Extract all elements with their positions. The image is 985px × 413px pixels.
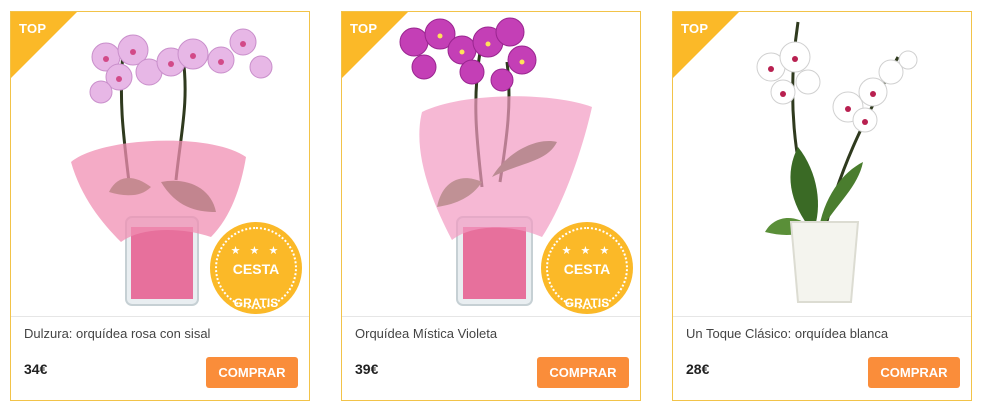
product-price: 28€ xyxy=(686,361,710,377)
product-price: 39€ xyxy=(355,361,379,377)
product-card[interactable]: TOP Un Toque Clásico: orquídea blanca 28… xyxy=(672,11,972,401)
buy-button[interactable]: COMPRAR xyxy=(537,357,629,388)
free-basket-badge: ★ ★ ★ CESTA GRATIS xyxy=(541,222,633,314)
product-image[interactable]: TOP ★ ★ ★ CESTA GRATIS xyxy=(11,12,309,316)
badge-title: CESTA xyxy=(563,261,611,277)
divider xyxy=(673,316,971,317)
product-grid: TOP ★ ★ ★ CESTA GRATIS Dulzura: orquídea… xyxy=(0,0,985,413)
product-name[interactable]: Dulzura: orquídea rosa con sisal xyxy=(24,326,210,341)
top-label: TOP xyxy=(681,21,709,36)
top-label: TOP xyxy=(19,21,47,36)
top-label: TOP xyxy=(350,21,378,36)
buy-button[interactable]: COMPRAR xyxy=(868,357,960,388)
divider xyxy=(342,316,640,317)
star-icon: ★ ★ ★ xyxy=(230,245,282,257)
badge-subtitle: GRATIS xyxy=(233,296,279,310)
badge-title: CESTA xyxy=(232,261,280,277)
product-image[interactable]: TOP ★ ★ ★ CESTA GRATIS xyxy=(342,12,640,316)
product-card[interactable]: TOP ★ ★ ★ CESTA GRATIS Orquídea Mística … xyxy=(341,11,641,401)
product-image[interactable]: TOP xyxy=(673,12,971,316)
product-price: 34€ xyxy=(24,361,48,377)
product-card[interactable]: TOP ★ ★ ★ CESTA GRATIS Dulzura: orquídea… xyxy=(10,11,310,401)
star-icon: ★ ★ ★ xyxy=(561,245,613,257)
divider xyxy=(11,316,309,317)
free-basket-badge: ★ ★ ★ CESTA GRATIS xyxy=(210,222,302,314)
buy-button[interactable]: COMPRAR xyxy=(206,357,298,388)
product-name[interactable]: Un Toque Clásico: orquídea blanca xyxy=(686,326,888,341)
badge-subtitle: GRATIS xyxy=(564,296,610,310)
product-name[interactable]: Orquídea Mística Violeta xyxy=(355,326,497,341)
